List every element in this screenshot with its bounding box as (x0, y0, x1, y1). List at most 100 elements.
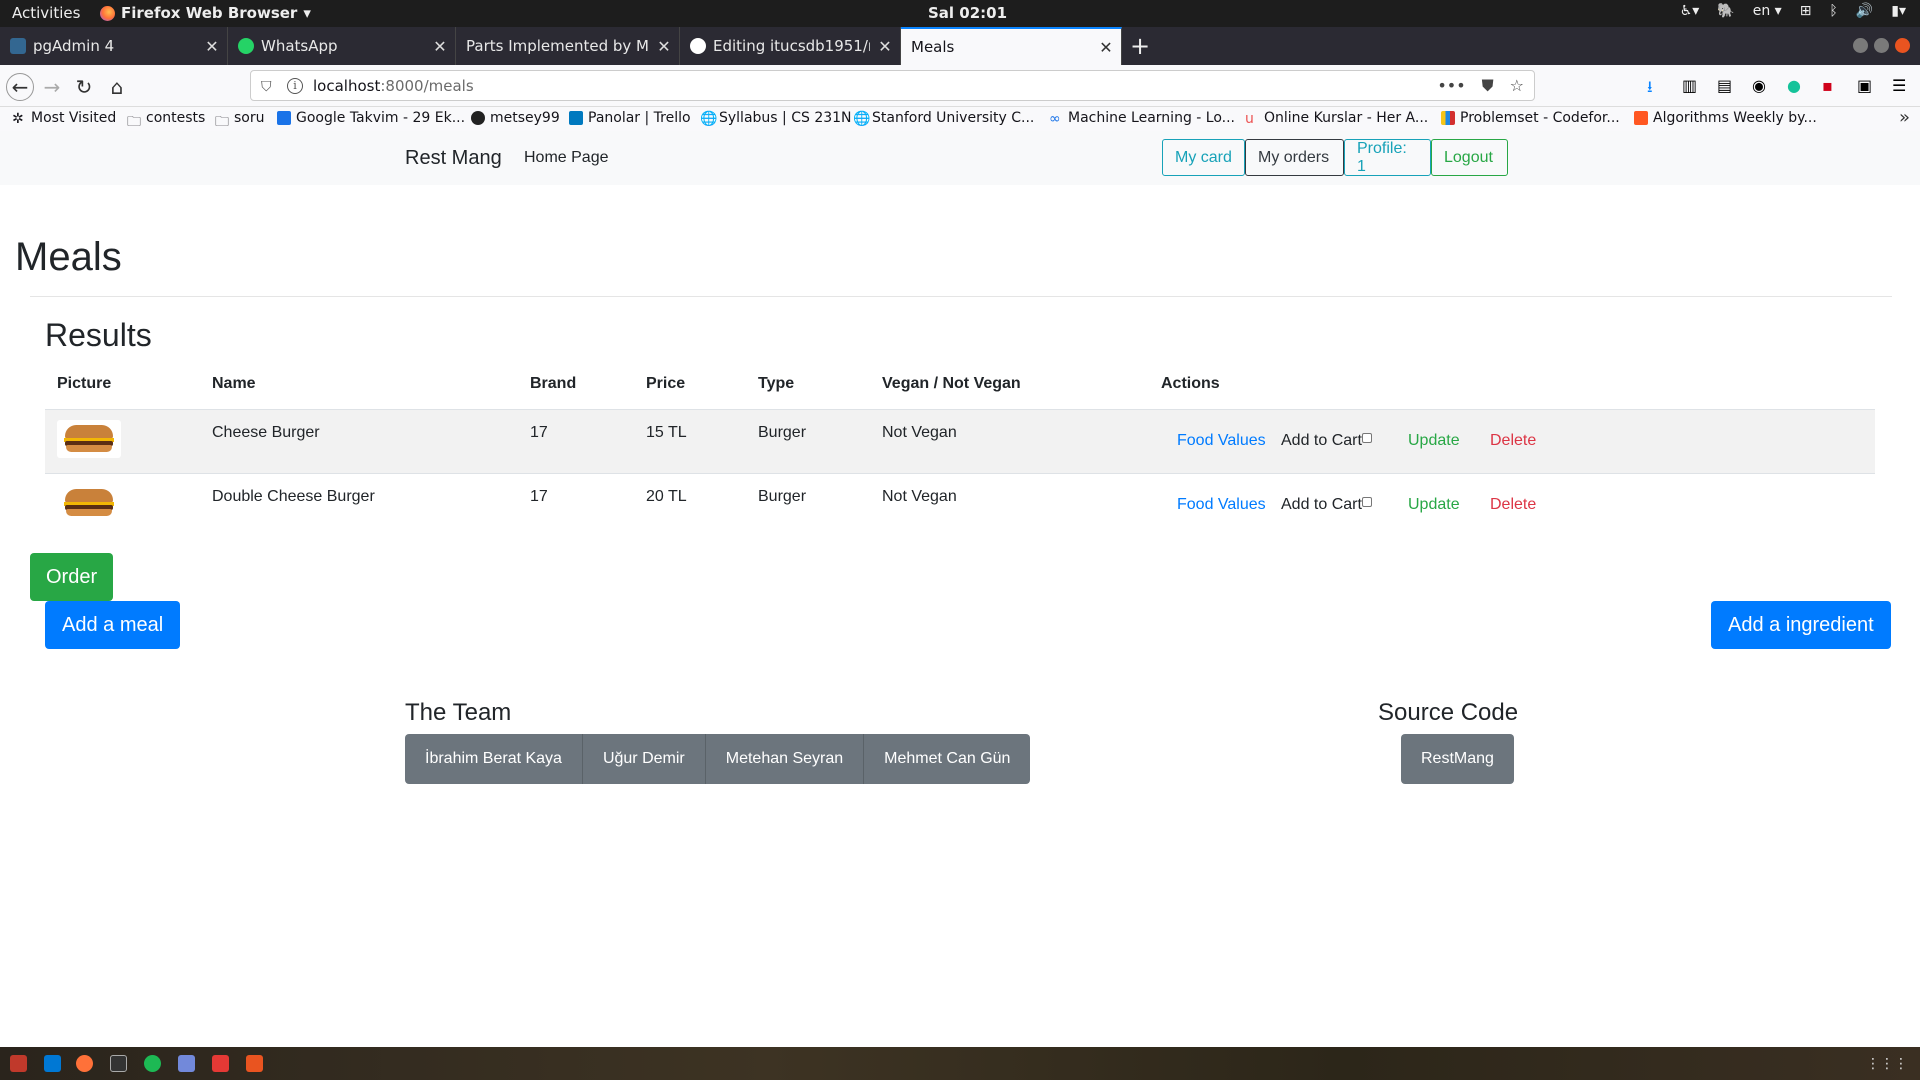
bookmark-most-visited[interactable]: ✲ Most Visited (12, 110, 116, 127)
bookmark-github[interactable]: metsey99 (471, 110, 560, 126)
bookmark-soru[interactable]: 🗀 soru (215, 110, 265, 130)
bookmark-trello[interactable]: Panolar | Trello (569, 110, 691, 126)
source-code-button[interactable]: RestMang (1401, 734, 1514, 784)
close-icon[interactable]: ✕ (649, 37, 679, 56)
app-menu[interactable]: Firefox Web Browser ▾ (100, 4, 311, 22)
menu-icon[interactable]: ☰ (1892, 76, 1910, 95)
add-to-cart-checkbox[interactable] (1361, 497, 1372, 507)
vscode-icon[interactable] (44, 1055, 61, 1072)
library-icon[interactable]: ▥ (1682, 76, 1700, 95)
elephant-icon[interactable]: 🐘 (1717, 3, 1734, 19)
apps-grid-icon[interactable]: ⋮⋮⋮ (1866, 1056, 1908, 1072)
home-page-link[interactable]: Home Page (524, 149, 609, 167)
logout-button[interactable]: Logout (1431, 139, 1508, 176)
bookmark-stanford[interactable]: 🌐 Stanford University C... (853, 110, 1034, 127)
tab-parts-implemented[interactable]: Parts Implemented by Mem ✕ (456, 27, 680, 65)
tab-label: Parts Implemented by Mem (466, 37, 649, 55)
my-card-button[interactable]: My card (1162, 139, 1245, 176)
navigation-toolbar: ← → ↻ ⌂ ⛉ i localhost:8000/meals ••• ⛊ ☆… (0, 65, 1920, 107)
team-member-button[interactable]: Mehmet Can Gün (864, 734, 1031, 784)
text-editor-icon[interactable] (212, 1055, 229, 1072)
activities-button[interactable]: Activities (12, 4, 80, 22)
account-icon[interactable]: ◉ (1752, 76, 1770, 95)
bookmark-udemy[interactable]: u Online Kurslar - Her A... (1245, 110, 1428, 127)
tab-pgadmin[interactable]: pgAdmin 4 ✕ (0, 27, 228, 65)
language-indicator[interactable]: en ▾ (1753, 3, 1782, 19)
close-icon[interactable]: ✕ (870, 37, 900, 56)
delete-link[interactable]: Delete (1490, 496, 1536, 514)
close-icon[interactable]: ✕ (1091, 38, 1121, 57)
back-icon[interactable]: ← (6, 73, 34, 101)
home-icon[interactable]: ⌂ (103, 73, 131, 101)
bookmark-machine-learning[interactable]: ∞ Machine Learning - Lo... (1049, 110, 1235, 127)
tab-label: Editing itucsdb1951/me (713, 37, 870, 55)
bookmark-codeforces[interactable]: Problemset - Codefor... (1441, 110, 1620, 126)
add-ingredient-button[interactable]: Add a ingredient (1711, 601, 1891, 649)
tab-whatsapp[interactable]: WhatsApp ✕ (228, 27, 456, 65)
meal-vegan: Not Vegan (882, 424, 957, 441)
bookmark-contests[interactable]: 🗀 contests (127, 110, 205, 130)
order-button[interactable]: Order (30, 553, 114, 601)
profile-button[interactable]: Profile: 1 (1344, 139, 1431, 176)
maximize-icon[interactable] (1874, 38, 1889, 53)
url-bar[interactable]: ⛉ i localhost:8000/meals ••• ⛊ ☆ (250, 70, 1535, 101)
info-icon[interactable]: i (287, 77, 303, 94)
download-icon[interactable]: ⭳ (1647, 76, 1665, 96)
trello-icon (569, 111, 583, 125)
battery-icon[interactable]: ▮▾ (1891, 3, 1906, 19)
screenshot-icon[interactable]: ▣ (1857, 76, 1875, 95)
update-link[interactable]: Update (1408, 432, 1460, 450)
forward-icon[interactable]: → (38, 73, 66, 101)
new-tab-icon[interactable]: + (1130, 32, 1150, 60)
food-values-link[interactable]: Food Values (1177, 432, 1266, 450)
meal-brand: 17 (530, 488, 548, 505)
sidebar-icon[interactable]: ▤ (1717, 76, 1735, 95)
software-center-icon[interactable] (246, 1055, 263, 1072)
clock[interactable]: Sal 02:01 (928, 4, 1007, 22)
nav-buttons: My card My orders Profile: 1 Logout (1162, 139, 1508, 176)
page-title: Meals (15, 235, 122, 279)
pgadmin-icon (10, 38, 26, 54)
discord-icon[interactable] (178, 1055, 195, 1072)
volume-icon[interactable]: 🔊 (1856, 3, 1873, 19)
tab-meals[interactable]: Meals ✕ (901, 27, 1122, 65)
add-to-cart-label: Add to Cart (1281, 496, 1372, 514)
chevron-right-icon[interactable]: » (1899, 107, 1910, 128)
table-header: Picture Name Brand Price Type Vegan / No… (45, 361, 1875, 409)
source-code-title: Source Code (1378, 699, 1519, 726)
add-to-cart-checkbox[interactable] (1361, 433, 1372, 443)
window-close-icon[interactable] (1895, 38, 1910, 53)
burger-icon (63, 425, 115, 453)
bookmark-algorithms-weekly[interactable]: Algorithms Weekly by... (1634, 110, 1817, 126)
bookmark-google-calendar[interactable]: Google Takvim - 29 Ek... (277, 110, 465, 126)
delete-link[interactable]: Delete (1490, 432, 1536, 450)
network-icon[interactable]: ⊞ (1800, 3, 1812, 19)
minimize-icon[interactable] (1853, 38, 1868, 53)
terminal-icon[interactable] (110, 1055, 127, 1072)
team-member-button[interactable]: Metehan Seyran (705, 734, 865, 784)
bluetooth-icon[interactable]: ᛒ (1829, 3, 1837, 19)
grammarly-icon[interactable]: ● (1787, 76, 1805, 95)
close-icon[interactable]: ✕ (425, 37, 455, 56)
more-icon[interactable]: ••• (1437, 76, 1465, 96)
my-orders-button[interactable]: My orders (1245, 139, 1344, 176)
pocket-icon[interactable]: ⛊ (1482, 76, 1494, 96)
spotify-icon[interactable] (144, 1055, 161, 1072)
firefox-icon[interactable] (76, 1055, 93, 1072)
add-meal-button[interactable]: Add a meal (45, 601, 181, 649)
team-member-button[interactable]: Uğur Demir (582, 734, 706, 784)
extension-icon[interactable]: ▪ (1822, 76, 1840, 95)
site-brand[interactable]: Rest Mang (405, 147, 502, 170)
close-icon[interactable]: ✕ (197, 37, 227, 56)
team-member-button[interactable]: İbrahim Berat Kaya (405, 734, 583, 784)
shield-icon[interactable]: ⛉ (261, 79, 275, 95)
accessibility-icon[interactable]: ♿▾ (1680, 3, 1700, 19)
globe-icon: 🌐 (700, 111, 718, 127)
food-values-link[interactable]: Food Values (1177, 496, 1266, 514)
update-link[interactable]: Update (1408, 496, 1460, 514)
reload-icon[interactable]: ↻ (70, 73, 98, 101)
star-icon[interactable]: ☆ (1510, 76, 1524, 96)
files-icon[interactable] (10, 1055, 27, 1072)
bookmark-syllabus[interactable]: 🌐 Syllabus | CS 231N (700, 110, 852, 127)
tab-editing[interactable]: Editing itucsdb1951/me ✕ (680, 27, 901, 65)
